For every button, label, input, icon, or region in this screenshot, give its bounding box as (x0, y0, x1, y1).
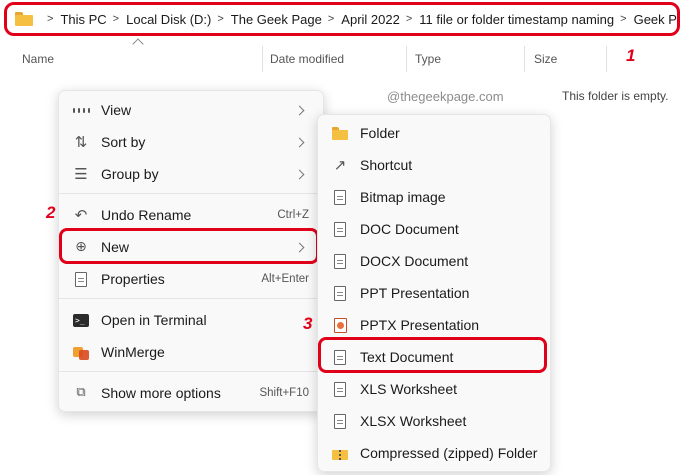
menu-item-view[interactable]: View (63, 95, 319, 125)
more-options-icon: ⧉ (76, 385, 86, 400)
step-3-annotation: 3 (303, 314, 313, 333)
breadcrumb-april-2022[interactable]: April 2022 (341, 12, 400, 27)
menu-item-label: Shortcut (360, 157, 413, 173)
menu-item-open-in-terminal[interactable]: >_ Open in Terminal (63, 305, 319, 335)
menu-divider (59, 298, 323, 299)
shortcut-label: Alt+Enter (261, 273, 309, 285)
undo-icon: ↶ (74, 206, 88, 224)
doc-file-icon (332, 221, 348, 237)
breadcrumb-local-disk[interactable]: Local Disk (D:) (126, 12, 211, 27)
pptx-file-icon (332, 317, 348, 333)
menu-item-label: Properties (101, 271, 165, 287)
xlsx-file-icon (332, 413, 348, 429)
submenu-item-xls-worksheet[interactable]: XLS Worksheet (322, 374, 546, 404)
xls-file-icon (332, 381, 348, 397)
breadcrumb-this-pc[interactable]: This PC (60, 12, 106, 27)
shortcut-label: Shift+F10 (259, 387, 309, 399)
properties-icon (73, 271, 89, 287)
submenu-item-xlsx-worksheet[interactable]: XLSX Worksheet (322, 406, 546, 436)
menu-item-label: Compressed (zipped) Folder (360, 445, 538, 461)
winmerge-icon (73, 344, 89, 360)
menu-item-label: PPTX Presentation (360, 317, 480, 333)
menu-item-label: Undo Rename (101, 207, 192, 223)
submenu-item-doc-document[interactable]: DOC Document (322, 214, 546, 244)
submenu-item-ppt-presentation[interactable]: PPT Presentation (322, 278, 546, 308)
chevron-right-icon[interactable]: > (406, 13, 412, 25)
address-bar[interactable]: > This PC > Local Disk (D:) > The Geek P… (4, 2, 680, 36)
sort-arrows-icon: ⇅ (74, 133, 88, 151)
new-highlight (59, 228, 319, 264)
menu-item-label: XLSX Worksheet (360, 413, 467, 429)
view-grid-icon (72, 102, 90, 118)
menu-item-label: Open in Terminal (101, 312, 207, 328)
breadcrumb-the-geek-page[interactable]: The Geek Page (231, 12, 322, 27)
breadcrumb-timestamp-naming[interactable]: 11 file or folder timestamp naming (419, 12, 614, 27)
step-1-annotation: 1 (626, 46, 636, 65)
column-header-date-modified[interactable]: Date modified (270, 52, 344, 66)
menu-item-winmerge[interactable]: WinMerge (63, 337, 319, 367)
column-divider[interactable] (524, 46, 525, 72)
chevron-right-icon[interactable]: > (620, 13, 626, 25)
watermark: @thegeekpage.com (387, 89, 504, 104)
submenu-item-pptx-presentation[interactable]: PPTX Presentation (322, 310, 546, 340)
folder-icon (15, 12, 35, 26)
menu-item-label: Group by (101, 166, 159, 182)
submenu-item-folder[interactable]: Folder (322, 118, 546, 148)
chevron-right-icon[interactable]: > (328, 13, 334, 25)
column-header-name[interactable]: Name (22, 52, 54, 66)
shortcut-arrow-icon: ↗ (333, 156, 347, 174)
submenu-item-bitmap-image[interactable]: Bitmap image (322, 182, 546, 212)
menu-item-properties[interactable]: Properties Alt+Enter (63, 264, 319, 294)
menu-item-label: DOCX Document (360, 253, 469, 269)
group-list-icon: ☰ (74, 165, 88, 183)
terminal-icon: >_ (73, 312, 89, 328)
chevron-right-icon[interactable]: > (47, 13, 53, 25)
menu-item-label: Sort by (101, 134, 146, 150)
ppt-file-icon (332, 285, 348, 301)
menu-item-label: Show more options (101, 385, 221, 401)
menu-item-undo-rename[interactable]: ↶ Undo Rename Ctrl+Z (63, 200, 319, 230)
menu-item-sort-by[interactable]: ⇅ Sort by (63, 127, 319, 157)
menu-item-label: PPT Presentation (360, 285, 470, 301)
column-divider[interactable] (406, 46, 407, 72)
chevron-right-icon (294, 105, 305, 115)
text-document-highlight (318, 337, 547, 373)
breadcrumb-geek-page-test[interactable]: Geek Page Test (634, 12, 677, 27)
chevron-right-icon[interactable]: > (113, 13, 119, 25)
chevron-right-icon (294, 137, 305, 147)
sort-ascending-icon (132, 38, 144, 50)
step-2-annotation: 2 (46, 203, 56, 222)
empty-folder-message: This folder is empty. (562, 89, 669, 103)
menu-item-label: Bitmap image (360, 189, 446, 205)
menu-item-label: Folder (360, 125, 400, 141)
menu-item-label: DOC Document (360, 221, 459, 237)
menu-divider (59, 371, 323, 372)
chevron-right-icon (294, 169, 305, 179)
bitmap-file-icon (332, 189, 348, 205)
menu-item-label: View (101, 102, 132, 118)
column-divider[interactable] (606, 46, 607, 72)
new-submenu: Folder ↗ Shortcut Bitmap image DOC Docum… (317, 114, 551, 472)
folder-icon (332, 125, 348, 141)
docx-file-icon (332, 253, 348, 269)
zip-folder-icon (332, 445, 348, 461)
menu-item-group-by[interactable]: ☰ Group by (63, 159, 319, 189)
shortcut-label: Ctrl+Z (277, 209, 309, 221)
column-divider[interactable] (262, 46, 263, 72)
chevron-right-icon[interactable]: > (217, 13, 223, 25)
menu-item-show-more-options[interactable]: ⧉ Show more options Shift+F10 (63, 378, 319, 408)
submenu-item-compressed-folder[interactable]: Compressed (zipped) Folder (322, 438, 546, 468)
menu-item-label: WinMerge (101, 344, 165, 360)
submenu-item-docx-document[interactable]: DOCX Document (322, 246, 546, 276)
column-header-size[interactable]: Size (534, 52, 557, 66)
submenu-item-shortcut[interactable]: ↗ Shortcut (322, 150, 546, 180)
menu-divider (59, 193, 323, 194)
menu-item-label: XLS Worksheet (360, 381, 458, 397)
column-header-type[interactable]: Type (415, 52, 441, 66)
